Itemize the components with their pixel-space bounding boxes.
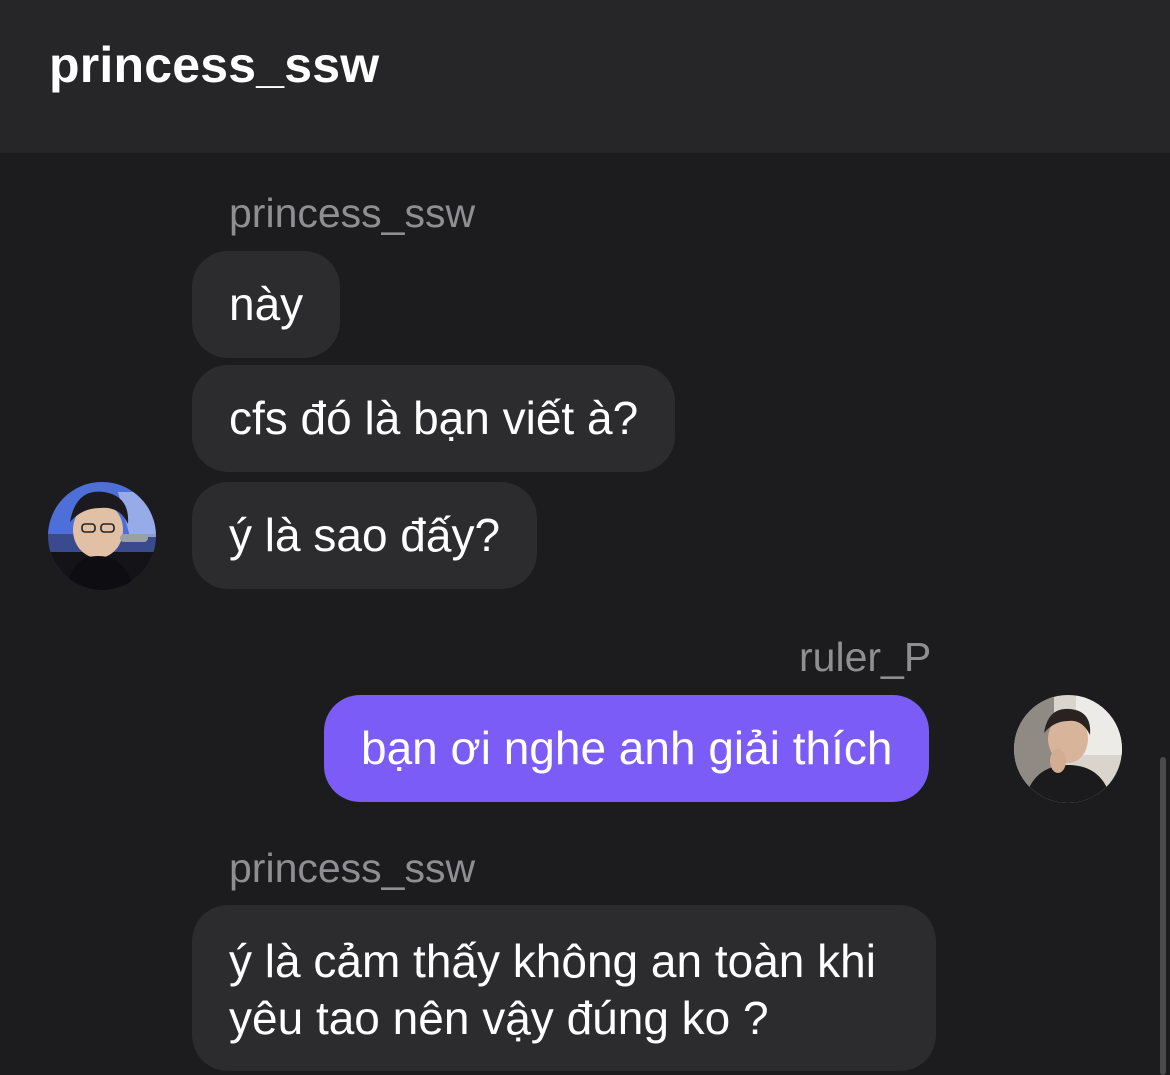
message-bubble[interactable]: ý là cảm thấy không an toàn khi yêu tao … [192,905,936,1071]
message-bubble[interactable]: cfs đó là bạn viết à? [192,365,676,472]
chat-title[interactable]: princess_ssw [49,36,379,94]
sender-name: princess_ssw [229,845,476,891]
scrollbar[interactable] [1160,757,1166,1075]
avatar-photo [1014,695,1122,803]
chat-window: princess_ssw princess_ssw này cfs đó là … [0,0,1170,1075]
sender-name: princess_ssw [229,190,476,236]
chat-header: princess_ssw [0,0,1170,153]
user-avatar[interactable] [1014,695,1122,803]
message-bubble[interactable]: ý là sao đấy? [192,482,538,589]
sender-name: ruler_P [799,634,932,680]
message-bubble-outgoing[interactable]: bạn ơi nghe anh giải thích [324,695,930,802]
avatar-photo [48,482,156,590]
contact-avatar[interactable] [48,482,156,590]
message-bubble[interactable]: này [192,251,341,358]
